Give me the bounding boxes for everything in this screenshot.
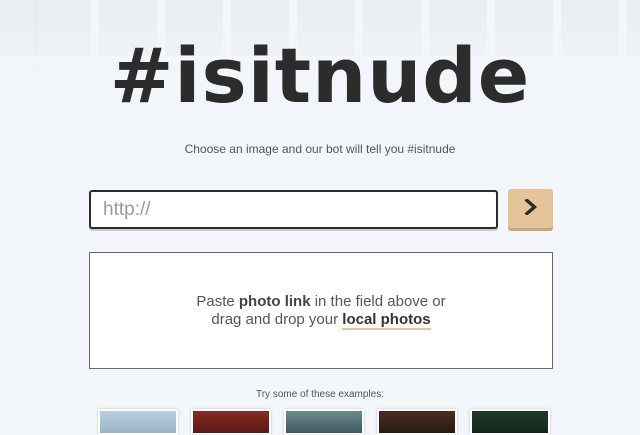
drop-zone-line-2: drag and drop your local photos	[211, 311, 431, 330]
drop-zone[interactable]: Paste photo link in the field above or d…	[89, 252, 553, 369]
submit-button[interactable]	[508, 189, 553, 228]
example-thumbnail[interactable]	[191, 409, 271, 435]
example-thumbnails	[0, 409, 640, 435]
page-subtitle: Choose an image and our bot will tell yo…	[184, 142, 456, 156]
example-thumbnail[interactable]	[284, 409, 364, 435]
example-thumbnail[interactable]	[98, 409, 178, 435]
drop-zone-line-1: Paste photo link in the field above or	[196, 293, 446, 310]
drop-zone-text: Paste photo link in the field above or d…	[90, 293, 552, 330]
example-thumbnail[interactable]	[470, 409, 550, 435]
chevron-right-icon	[524, 198, 538, 218]
examples-label: Try some of these examples:	[255, 389, 384, 400]
example-thumbnail[interactable]	[377, 409, 457, 435]
photo-link-emphasis: photo link	[238, 293, 311, 310]
url-input[interactable]	[89, 190, 498, 229]
local-photos-link[interactable]: local photos	[342, 311, 431, 330]
page-title: #isitnude	[109, 31, 531, 120]
